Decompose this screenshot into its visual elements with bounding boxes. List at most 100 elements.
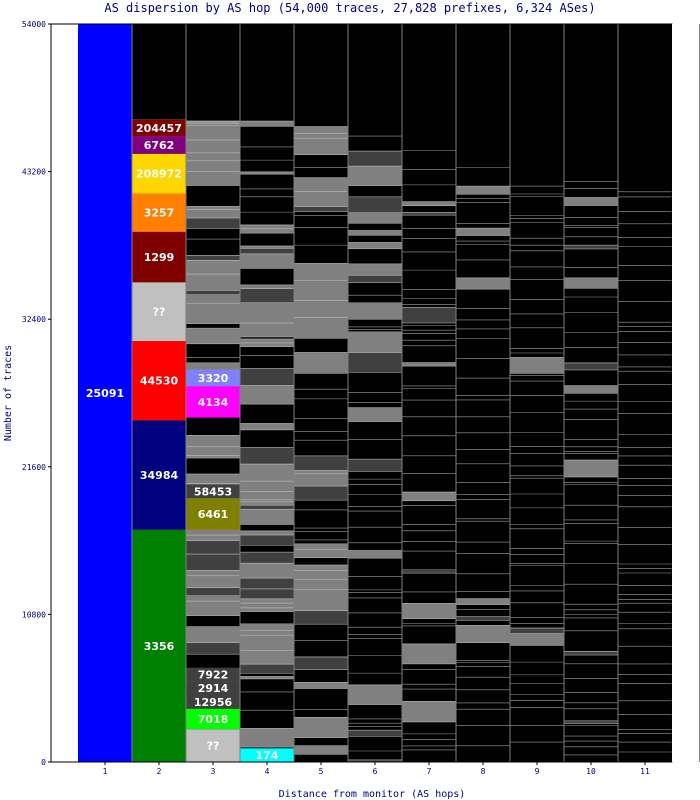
stripe-segment xyxy=(185,120,241,123)
stripe-segment xyxy=(239,551,295,564)
x-axis-label: Distance from monitor (AS hops) xyxy=(279,789,466,800)
stripe-segment xyxy=(185,209,241,219)
stripe-segment xyxy=(347,150,403,167)
stripe-segment xyxy=(239,562,295,579)
stripe-segment xyxy=(185,171,241,186)
stripe-segment xyxy=(347,196,403,214)
stripe-segment xyxy=(239,248,295,255)
stripe-segment xyxy=(347,230,403,236)
stripe-segment xyxy=(185,587,241,597)
stripe-segment xyxy=(347,165,403,186)
segment-label: 7922 xyxy=(198,669,229,682)
x-tick-label: 1 xyxy=(103,767,108,776)
stripe-segment xyxy=(293,137,349,155)
stripe-segment xyxy=(239,728,295,748)
segment-label: 1299 xyxy=(144,251,175,264)
x-tick-label: 2 xyxy=(157,767,162,776)
stripe-segment xyxy=(563,651,619,656)
segment-label: ?? xyxy=(153,306,166,319)
stripe-segment xyxy=(293,352,349,374)
x-tick-label: 7 xyxy=(427,767,432,776)
stripe-segment xyxy=(293,317,349,339)
stripe-segment xyxy=(185,553,241,571)
stripe-segment xyxy=(509,627,565,634)
stripe-segment xyxy=(239,253,295,269)
segment-label: 3320 xyxy=(198,372,229,385)
segment-label: 208972 xyxy=(136,168,182,181)
stripe-segment xyxy=(347,331,403,353)
segment-label: 44530 xyxy=(140,375,179,388)
y-tick-label: 32400 xyxy=(22,315,46,324)
stripe-segment xyxy=(401,362,457,367)
stripe-segment xyxy=(509,356,565,374)
stripe-segment xyxy=(185,575,241,588)
stripe-segment xyxy=(563,362,619,371)
stripe-segment xyxy=(239,385,295,405)
y-tick-label: 43200 xyxy=(22,168,46,177)
y-tick-label: 10800 xyxy=(22,610,46,619)
stripe-segment xyxy=(347,212,403,224)
stripe-segment xyxy=(185,273,241,291)
stripe-segment xyxy=(185,217,241,229)
stripe-segment xyxy=(239,607,295,612)
stripe-segment xyxy=(185,642,241,655)
x-tick-label: 5 xyxy=(319,767,324,776)
y-tick-label: 21600 xyxy=(22,463,46,472)
stripe-segment xyxy=(293,191,349,207)
stripe-segment xyxy=(185,540,241,555)
segment-label: 25091 xyxy=(86,387,124,400)
stripe-segment xyxy=(239,463,295,482)
stripe-segment xyxy=(455,227,511,236)
stripe-segment xyxy=(293,133,349,139)
stripe-segment xyxy=(293,589,349,612)
stripe-segment xyxy=(239,508,295,525)
stripe-segment xyxy=(239,634,295,651)
stripe-segment xyxy=(239,120,295,127)
stripe-segment xyxy=(401,212,457,216)
stripe-segment xyxy=(185,327,241,345)
stripe-segment xyxy=(293,455,349,471)
segment-label: 204457 xyxy=(136,122,182,135)
y-axis-label: Number of traces xyxy=(3,345,14,441)
segment-label: 6762 xyxy=(144,139,175,152)
segment-label: 6461 xyxy=(198,508,229,521)
stripe-segment xyxy=(185,124,241,141)
x-tick-label: 4 xyxy=(265,767,270,776)
stripe-segment xyxy=(185,595,241,602)
stripe-segment xyxy=(239,480,295,492)
x-tick-label: 3 xyxy=(211,767,216,776)
stripe-segment xyxy=(347,684,403,705)
stripe-segment xyxy=(185,600,241,616)
stripe-segment xyxy=(347,263,403,276)
x-tick-label: 9 xyxy=(535,767,540,776)
stripe-segment xyxy=(239,530,295,536)
segment-label: 3356 xyxy=(144,640,175,653)
stripe-segment xyxy=(293,470,349,475)
stripe-segment xyxy=(239,650,295,665)
stripe-segment xyxy=(239,322,295,338)
stripe-segment xyxy=(293,206,349,212)
stripe-segment xyxy=(239,338,295,344)
stripe-segment xyxy=(347,458,403,472)
segment-label: 174 xyxy=(256,749,279,762)
stripe-segment xyxy=(239,224,295,230)
stripe-segment xyxy=(239,302,295,324)
stripe-segment xyxy=(185,290,241,295)
segment-label: 12956 xyxy=(194,696,233,709)
stripe-segment xyxy=(347,550,403,559)
stripe-segment xyxy=(293,717,349,738)
stripe-segment xyxy=(347,242,403,250)
stripe-segment xyxy=(347,729,403,737)
stripe-segment xyxy=(239,245,295,249)
stripe-segment xyxy=(185,152,241,162)
stripe-segment xyxy=(563,720,619,724)
stripe-segment xyxy=(185,446,241,456)
stripe-segment xyxy=(293,280,349,301)
stripe-segment xyxy=(455,598,511,605)
x-tick-label: 6 xyxy=(373,767,378,776)
stripe-segment xyxy=(293,263,349,281)
stripe-segment xyxy=(239,663,295,674)
y-tick-label: 54000 xyxy=(22,20,46,29)
chart: AS dispersion by AS hop (54,000 traces, … xyxy=(3,1,700,800)
stripe-segment xyxy=(509,633,565,646)
